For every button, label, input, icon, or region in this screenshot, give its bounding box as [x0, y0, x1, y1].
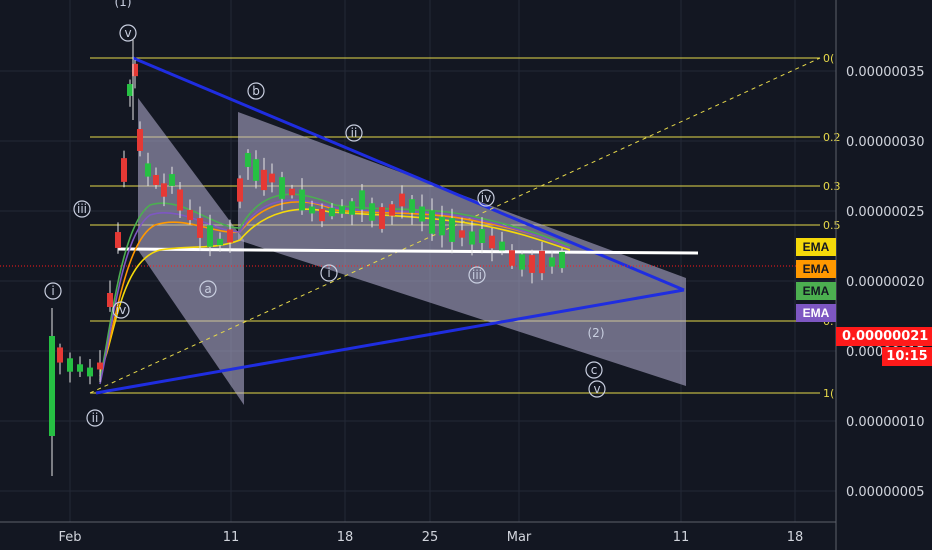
- ema-badge-orange[interactable]: EMA: [796, 260, 836, 278]
- candle-body: [299, 189, 305, 211]
- fib-label: 1(: [823, 387, 834, 400]
- candle-body: [227, 229, 233, 243]
- y-tick-label: 0.00000025: [846, 205, 925, 220]
- wave-label: c: [591, 363, 598, 377]
- candle-body: [349, 201, 355, 215]
- candle-body: [115, 232, 121, 248]
- candle-body: [121, 158, 127, 182]
- candle-body: [77, 364, 83, 372]
- ema-badge-yellow[interactable]: EMA: [796, 238, 836, 256]
- candle-body: [187, 209, 193, 221]
- wave-label: i: [51, 284, 54, 298]
- fib-label: 0(: [823, 52, 834, 65]
- candle-body: [439, 216, 445, 236]
- wave-label: ii: [92, 411, 99, 425]
- candle-body: [161, 183, 167, 197]
- x-tick-label: 25: [422, 530, 439, 545]
- candle-body: [359, 190, 365, 210]
- candle-body: [419, 206, 425, 222]
- candle-body: [177, 189, 183, 211]
- candle-body: [499, 241, 505, 251]
- candle-body: [339, 206, 345, 214]
- candle-body: [217, 238, 223, 246]
- candle-body: [127, 84, 133, 96]
- candle-body: [107, 293, 113, 307]
- candle-body: [479, 229, 485, 243]
- candle-body: [197, 218, 203, 238]
- candle-body: [539, 250, 545, 274]
- candle-body: [253, 159, 259, 181]
- candle-body: [549, 257, 555, 267]
- candle-body: [261, 169, 267, 191]
- wave-label: iii: [472, 268, 482, 282]
- candle-body: [449, 218, 455, 242]
- candle-body: [169, 174, 175, 186]
- candle-body: [329, 207, 335, 217]
- y-axis-labels: 0.00000035 0.00000030 0.00000025 0.00000020…: [846, 65, 925, 500]
- candle-body: [57, 347, 63, 363]
- candle-body: [87, 367, 93, 377]
- y-tick-label: 0.00000005: [846, 485, 925, 500]
- wave-label: (2): [588, 326, 605, 340]
- wave-label: a: [204, 282, 211, 296]
- candle-body: [237, 178, 243, 202]
- candle-body: [529, 255, 535, 273]
- current-price-tag: 0.00000021: [836, 327, 932, 346]
- candle-body: [409, 199, 415, 213]
- candle-body: [509, 250, 515, 266]
- y-tick-label: 0.00000020: [846, 275, 925, 290]
- wave-label: v: [124, 26, 131, 40]
- candle-body: [245, 153, 251, 167]
- wave-label: iv: [481, 191, 491, 205]
- candle-body: [97, 362, 103, 370]
- candle-body: [49, 336, 55, 436]
- countdown-tag: 10:15: [882, 347, 932, 366]
- fib-label: 0.3: [823, 180, 841, 193]
- ema-badge-green[interactable]: EMA: [796, 282, 836, 300]
- x-axis-labels: Feb 11 18 25 Mar 11 18: [58, 530, 803, 545]
- wave-label: ii: [351, 126, 358, 140]
- candle-body: [309, 206, 315, 214]
- candle-body: [369, 203, 375, 221]
- y-tick-label: 0.00000010: [846, 415, 925, 430]
- wave-label: (1): [115, 0, 132, 9]
- candle-body: [67, 358, 73, 372]
- candle-body: [489, 235, 495, 249]
- wave-label: iii: [77, 202, 87, 216]
- candle-body: [319, 208, 325, 222]
- fib-label: 0.5: [823, 219, 841, 232]
- candle-body: [399, 193, 405, 207]
- x-tick-label: 11: [223, 530, 240, 545]
- x-tick-label: 11: [673, 530, 690, 545]
- candle-body: [519, 254, 525, 270]
- x-tick-label: Feb: [58, 530, 81, 545]
- candle-body: [289, 188, 295, 196]
- candle-body: [379, 207, 385, 229]
- candle-body: [559, 251, 565, 269]
- candle-body: [145, 163, 151, 177]
- x-tick-label: 18: [337, 530, 354, 545]
- candle-body: [389, 204, 395, 216]
- wave-label: b: [252, 84, 260, 98]
- y-tick-label: 0.00000035: [846, 65, 925, 80]
- candle-body: [429, 210, 435, 234]
- wave-label: i: [327, 266, 330, 280]
- candle-body: [469, 231, 475, 245]
- ema-badge-purple[interactable]: EMA: [796, 304, 836, 322]
- y-tick-label: 0.00000030: [846, 135, 925, 150]
- x-tick-label: 18: [787, 530, 804, 545]
- wave-label: v: [593, 382, 600, 396]
- wave-label: iv: [116, 303, 126, 317]
- candle-body: [459, 230, 465, 238]
- x-tick-label: Mar: [507, 530, 532, 545]
- candle-body: [279, 177, 285, 199]
- candle-body: [153, 174, 159, 186]
- price-chart[interactable]: 0(0.20.30.50.1( (1)viiiiiiivbiiivaiiii(2…: [0, 0, 932, 550]
- fib-label: 0.2: [823, 131, 841, 144]
- candle-body: [137, 129, 143, 151]
- candle-body: [269, 173, 275, 183]
- candle-body: [207, 225, 213, 247]
